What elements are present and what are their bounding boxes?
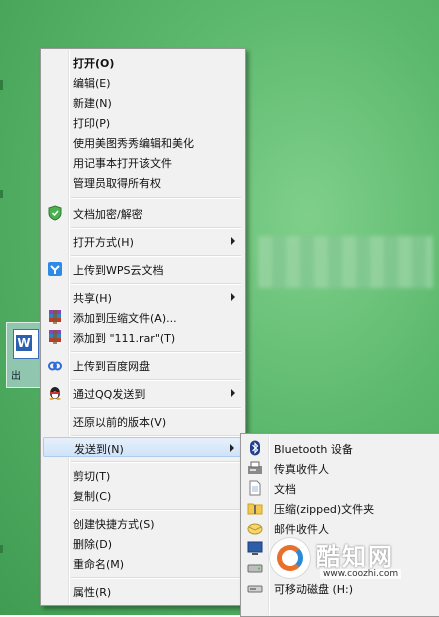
menu-separator [71,197,241,199]
menu-item-restore-previous-versions[interactable]: 还原以前的版本(V) [43,411,241,431]
watermark-title: 酷知网 [316,543,394,571]
drive-icon [247,560,263,576]
desktop-file-name: 出 [11,371,21,382]
menu-separator [71,461,241,463]
submenu-arrow-icon [231,237,235,245]
menu-item-label: 还原以前的版本(V) [73,416,167,429]
menu-item-edit[interactable]: 编辑(E) [43,72,241,92]
menu-item-label: 剪切(T) [73,470,111,483]
menu-separator [71,351,241,353]
menu-item-label: 打印(P) [73,117,111,130]
menu-item-delete[interactable]: 删除(D) [43,533,241,553]
send-to-mail-recipient[interactable]: 邮件收件人 [243,517,439,537]
winrar-icon [47,309,63,325]
send-to-zip-folder[interactable]: 压缩(zipped)文件夹 [243,497,439,517]
menu-separator [71,509,241,511]
shield-icon [47,205,63,221]
submenu-item-label: Bluetooth 设备 [274,443,353,456]
send-to-bluetooth[interactable]: Bluetooth 设备 [243,437,439,457]
menu-item-wps-cloud[interactable]: 上传到WPS云文档 [43,259,241,279]
menu-separator [71,407,241,409]
menu-item-label: 添加到 "111.rar"(T) [73,332,176,345]
menu-item-label: 删除(D) [73,538,113,551]
word-badge: W [16,335,32,351]
zip-folder-icon [247,500,263,516]
fax-icon [247,460,263,476]
menu-item-label: 编辑(E) [73,77,111,90]
menu-item-cut[interactable]: 剪切(T) [43,465,241,485]
qq-penguin-icon [47,385,63,401]
menu-item-label: 复制(C) [73,490,112,503]
menu-item-rename[interactable]: 重命名(M) [43,553,241,573]
menu-item-label: 添加到压缩文件(A)... [73,312,177,325]
menu-item-label: 创建快捷方式(S) [73,518,155,531]
menu-item-label: 打开方式(H) [73,236,134,249]
menu-item-share[interactable]: 共享(H) [43,287,241,307]
submenu-arrow-icon [231,293,235,301]
menu-item-properties[interactable]: 属性(R) [43,581,241,601]
menu-item-take-ownership[interactable]: 管理员取得所有权 [43,172,241,192]
send-to-submenu: Bluetooth 设备 传真收件人 文档 压缩(zipped)文件夹 邮件收件… [240,433,439,617]
menu-item-label: 管理员取得所有权 [73,177,161,190]
bluetooth-icon [247,440,263,456]
menu-item-label: 属性(R) [73,586,112,599]
desktop-edge-mark [0,545,3,553]
watermark-url: www.coozhi.com [320,569,402,579]
send-to-documents[interactable]: 文档 [243,477,439,497]
menu-item-label: 发送到(N) [74,443,124,456]
menu-item-meitu-edit[interactable]: 使用美图秀秀编辑和美化 [43,132,241,152]
menu-item-send-to[interactable]: 发送到(N) [43,437,241,457]
menu-item-send-via-qq[interactable]: 通过QQ发送到 [43,383,241,403]
menu-item-new[interactable]: 新建(N) [43,92,241,112]
baidu-cloud-icon [47,357,63,373]
wps-cloud-icon [47,261,63,277]
menu-item-encrypt[interactable]: 文档加密/解密 [43,203,241,223]
submenu-arrow-icon [231,389,235,397]
menu-item-open[interactable]: 打开(O) [43,52,241,72]
submenu-item-label: 文档 [274,483,296,496]
menu-item-print[interactable]: 打印(P) [43,112,241,132]
menu-item-label: 重命名(M) [73,558,125,571]
submenu-item-label: 传真收件人 [274,463,329,476]
desktop-icon [247,540,263,556]
menu-item-open-notepad[interactable]: 用记事本打开该文件 [43,152,241,172]
menu-item-label: 上传到WPS云文档 [73,264,164,277]
menu-separator [71,227,241,229]
menu-item-label: 上传到百度网盘 [73,360,150,373]
context-menu: 打开(O) 编辑(E) 新建(N) 打印(P) 使用美图秀秀编辑和美化 用记事本… [40,48,246,606]
menu-item-open-with[interactable]: 打开方式(H) [43,231,241,251]
menu-item-label: 通过QQ发送到 [73,388,146,401]
word-document-icon: W [13,329,39,359]
menu-separator [71,379,241,381]
blurred-region [258,236,433,288]
menu-item-label: 使用美图秀秀编辑和美化 [73,137,194,150]
watermark: 酷知网 www.coozhi.com [270,536,435,586]
menu-item-label: 共享(H) [73,292,112,305]
menu-item-create-shortcut[interactable]: 创建快捷方式(S) [43,513,241,533]
watermark-logo-icon [270,538,310,578]
removable-disk-icon [247,580,263,596]
desktop-edge-mark [0,190,3,198]
submenu-item-label: 邮件收件人 [274,523,329,536]
menu-separator [71,577,241,579]
desktop-edge-mark [0,80,3,90]
menu-item-add-to-archive[interactable]: 添加到压缩文件(A)... [43,307,241,327]
menu-item-label: 文档加密/解密 [73,208,143,221]
menu-item-baidu-pan[interactable]: 上传到百度网盘 [43,355,241,375]
winrar-icon [47,329,63,345]
desktop-file-icon[interactable]: W 出 [6,322,44,388]
documents-icon [247,480,263,496]
menu-separator [71,283,241,285]
menu-item-label: 新建(N) [73,97,112,110]
menu-item-add-to-rar[interactable]: 添加到 "111.rar"(T) [43,327,241,347]
submenu-item-label: 压缩(zipped)文件夹 [274,503,375,516]
send-to-fax[interactable]: 传真收件人 [243,457,439,477]
submenu-arrow-icon [230,444,234,452]
menu-item-copy[interactable]: 复制(C) [43,485,241,505]
mail-icon [247,520,263,536]
menu-item-label: 用记事本打开该文件 [73,157,172,170]
menu-item-label: 打开(O) [73,57,115,70]
menu-separator [71,255,241,257]
